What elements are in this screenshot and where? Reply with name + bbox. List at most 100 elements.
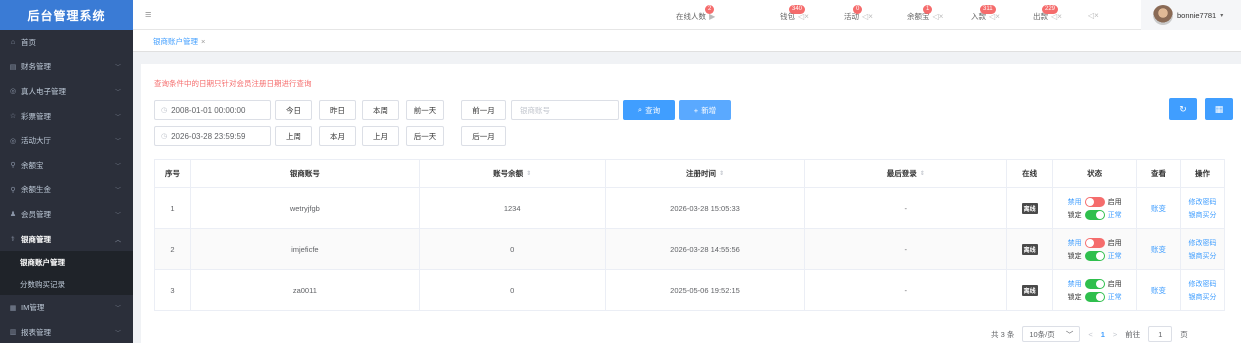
- sidebar-item-im[interactable]: ▦ IM管理 ﹀: [0, 295, 133, 320]
- add-button-label: 新增: [701, 105, 717, 115]
- sidebar-item-finance[interactable]: ▤ 财务管理 ﹀: [0, 55, 133, 80]
- cell-last-login: -: [805, 270, 1008, 310]
- search-button[interactable]: ⌕ 查询: [623, 100, 675, 120]
- action-links: 修改密码 银商买分: [1189, 238, 1217, 261]
- lock-toggle[interactable]: [1084, 209, 1105, 220]
- sidebar-item-label: 财务管理: [21, 62, 51, 72]
- sidebar-item-live-games[interactable]: ◎ 真人电子管理 ﹀: [0, 79, 133, 104]
- goto-page-input[interactable]: 1: [1148, 326, 1173, 342]
- sort-icon[interactable]: ⇕: [526, 170, 531, 177]
- account-changes-link[interactable]: 账变: [1151, 203, 1166, 214]
- change-password-link[interactable]: 修改密码: [1189, 279, 1217, 289]
- lock-toggle[interactable]: [1084, 291, 1105, 302]
- sidebar: 后台管理系统 ⌂ 首页 ▤ 财务管理 ﹀ ◎ 真人电子管理 ﹀ ☆ 彩票管理 ﹀ ◎ 活动大厅 ﹀…: [0, 0, 133, 343]
- btn-prev-day[interactable]: 前一天: [406, 100, 444, 120]
- sidebar-item-label: 余额宝: [21, 160, 44, 170]
- ban-label: 禁用: [1067, 198, 1082, 206]
- sidebar-item-members[interactable]: ♟ 会员管理 ﹀: [0, 202, 133, 227]
- offline-badge: 离线: [1021, 284, 1038, 296]
- col-balance[interactable]: 账号余额 ⇕: [420, 160, 606, 187]
- account-search-input[interactable]: 银商账号: [511, 100, 619, 120]
- sidebar-item-lottery[interactable]: ☆ 彩票管理 ﹀: [0, 104, 133, 129]
- sort-icon[interactable]: ⇕: [719, 170, 724, 177]
- col-online: 在线: [1007, 160, 1054, 187]
- cell-status: 禁用 启用 锁定 正常: [1053, 270, 1138, 310]
- refresh-button[interactable]: ↻: [1169, 98, 1197, 120]
- activity-icon: ◎: [9, 137, 17, 145]
- chevron-down-icon: ﹀: [114, 163, 121, 170]
- prev-page-button[interactable]: <: [1088, 330, 1092, 339]
- sidebar-subitem-score-purchases[interactable]: 分数购买记录: [0, 273, 133, 296]
- toggle-knob: [1095, 210, 1104, 219]
- normal-label: 正常: [1107, 252, 1122, 260]
- chevron-down-icon: ﹀: [114, 89, 121, 96]
- notification-badge: 0: [853, 5, 863, 14]
- buy-score-link[interactable]: 银商买分: [1189, 292, 1217, 302]
- btn-today[interactable]: 今日: [275, 100, 312, 120]
- start-date-input[interactable]: ◷ 2008-01-01 00:00:00: [154, 100, 271, 120]
- sidebar-item-balance-interest[interactable]: ⚲ 余额生金 ﹀: [0, 178, 133, 203]
- btn-yesterday[interactable]: 昨日: [319, 100, 356, 120]
- close-icon[interactable]: ×: [201, 37, 205, 46]
- btn-next-month[interactable]: 后一月: [461, 126, 506, 146]
- user-menu[interactable]: bonnie7781 ▾: [1141, 0, 1241, 30]
- btn-this-week[interactable]: 本周: [362, 100, 399, 120]
- toggle-knob: [1085, 197, 1094, 206]
- btn-last-month[interactable]: 上月: [362, 126, 399, 146]
- btn-last-week[interactable]: 上周: [275, 126, 312, 146]
- sidebar-subitem-merchant-accounts[interactable]: 银商账户管理: [0, 251, 133, 274]
- page-size-select[interactable]: 10条/页 ﹀: [1022, 326, 1081, 342]
- location-icon: ⚲: [10, 162, 16, 170]
- ban-toggle[interactable]: [1084, 278, 1105, 289]
- col-index: 序号: [155, 160, 191, 187]
- buy-score-link[interactable]: 银商买分: [1189, 210, 1217, 220]
- cell-view: 账变: [1137, 229, 1182, 269]
- im-icon: ▦: [9, 304, 17, 312]
- sidebar-item-home[interactable]: ⌂ 首页: [0, 30, 133, 55]
- cell-status: 禁用 启用 锁定 正常: [1053, 229, 1138, 269]
- top-item-withdrawals[interactable]: 出款 229 ◁×: [1033, 5, 1062, 22]
- lock-toggle-row: 锁定 正常: [1068, 250, 1122, 261]
- top-item-wallet[interactable]: 钱包 340 ◁×: [780, 5, 809, 22]
- top-item-activity[interactable]: 活动 0 ◁×: [844, 5, 873, 22]
- topbar: ≡ 在线人数 2 ▶ 钱包 340 ◁× 活动 0 ◁× 余额宝 1 ◁× 入款 311 …: [133, 0, 1241, 30]
- buy-score-link[interactable]: 银商买分: [1189, 251, 1217, 261]
- btn-next-day[interactable]: 后一天: [406, 126, 444, 146]
- cell-online: 离线: [1007, 188, 1054, 228]
- sidebar-item-reports[interactable]: ▥ 报表管理 ﹀: [0, 320, 133, 343]
- cell-balance: 0: [420, 270, 606, 310]
- col-registered[interactable]: 注册时间 ⇕: [606, 160, 806, 187]
- col-last-login[interactable]: 最后登录 ⇕: [805, 160, 1008, 187]
- top-item-yuebao[interactable]: 余额宝 1 ◁×: [907, 5, 943, 22]
- btn-prev-month[interactable]: 前一月: [461, 100, 506, 120]
- enable-label: 启用: [1107, 239, 1122, 247]
- sort-icon[interactable]: ⇕: [920, 170, 925, 177]
- lock-toggle[interactable]: [1084, 250, 1105, 261]
- ban-toggle[interactable]: [1084, 237, 1105, 248]
- sidebar-item-label: 彩票管理: [21, 111, 51, 121]
- top-item-deposits[interactable]: 入款 311 ◁×: [971, 5, 1000, 22]
- top-item-sound[interactable]: ◁×: [1087, 11, 1099, 20]
- sidebar-item-yuebao[interactable]: ⚲ 余额宝 ﹀: [0, 153, 133, 178]
- hamburger-icon[interactable]: ≡: [145, 9, 151, 21]
- offline-badge: 离线: [1021, 202, 1038, 214]
- btn-this-month[interactable]: 本月: [319, 126, 356, 146]
- add-button[interactable]: + 新增: [679, 100, 731, 120]
- account-changes-link[interactable]: 账变: [1151, 244, 1166, 255]
- table-header-row: 序号 银商账号 账号余额 ⇕ 注册时间 ⇕ 最后登录 ⇕ 在线 状态 查看 操作: [155, 160, 1225, 188]
- sidebar-item-merchants[interactable]: ⚕ 银商管理 ︿: [0, 227, 133, 252]
- next-page-button[interactable]: >: [1113, 330, 1117, 339]
- page-number[interactable]: 1: [1101, 330, 1105, 339]
- tab-merchant-accounts[interactable]: 银商账户管理 ×: [153, 36, 205, 47]
- change-password-link[interactable]: 修改密码: [1189, 238, 1217, 248]
- sidebar-item-activity[interactable]: ◎ 活动大厅 ﹀: [0, 128, 133, 153]
- ban-toggle[interactable]: [1084, 196, 1105, 207]
- top-item-online[interactable]: 在线人数 2 ▶: [676, 5, 715, 22]
- column-toggle-button[interactable]: ▦: [1205, 98, 1233, 120]
- chevron-down-icon: ﹀: [1065, 329, 1074, 339]
- account-changes-link[interactable]: 账变: [1151, 285, 1166, 296]
- end-date-input[interactable]: ◷ 2026-03-28 23:59:59: [154, 126, 271, 146]
- change-password-link[interactable]: 修改密码: [1189, 197, 1217, 207]
- casino-icon: ◎: [9, 88, 17, 96]
- col-view: 查看: [1137, 160, 1182, 187]
